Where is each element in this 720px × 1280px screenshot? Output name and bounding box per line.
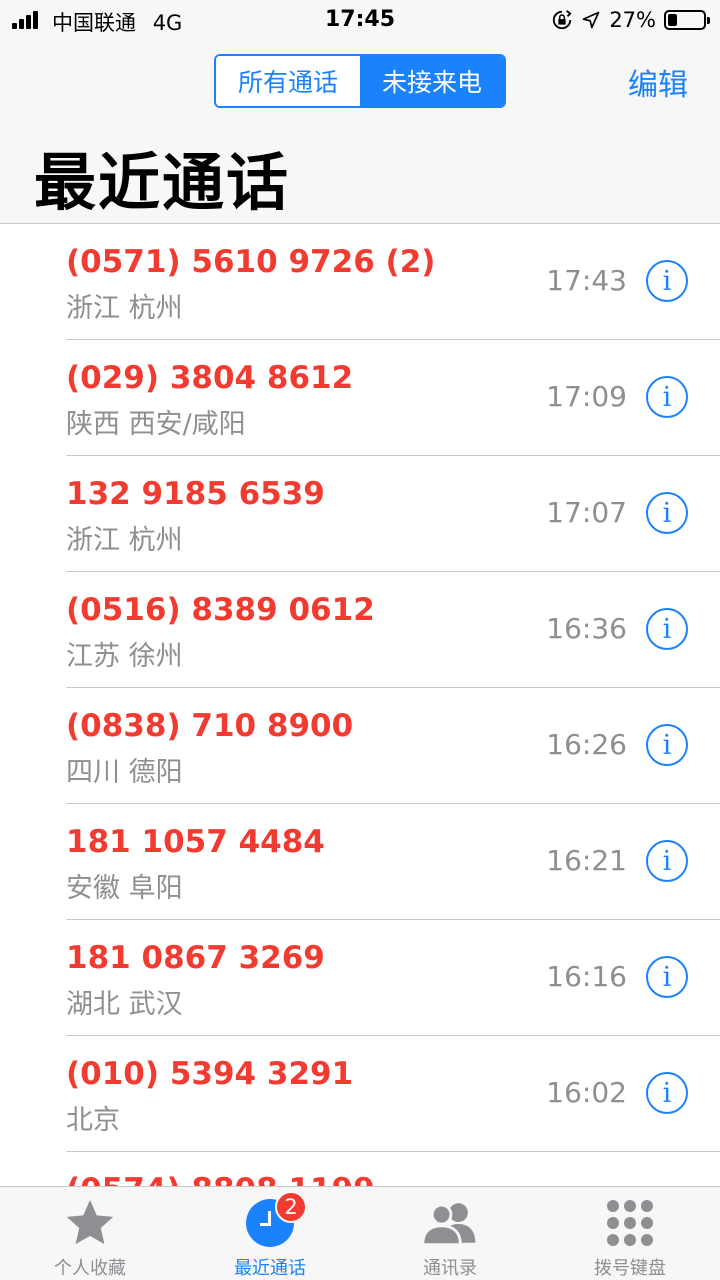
missed-calls-badge: 2 [275, 1191, 307, 1223]
info-icon[interactable]: i [646, 840, 688, 882]
rotation-lock-icon [553, 10, 572, 30]
call-number: (0838) 710 8900 [66, 708, 354, 744]
info-icon[interactable]: i [646, 376, 688, 418]
call-time: 16:36 [546, 612, 627, 645]
call-location: 江苏 徐州 [66, 641, 183, 672]
info-icon[interactable]: i [646, 260, 688, 302]
tab-bar: 个人收藏 2 最近通话 通讯录 拨号键盘 [0, 1186, 720, 1280]
page-title: 最近通话 [34, 146, 291, 219]
call-row[interactable]: (0574) 8808 1199i [0, 1152, 720, 1186]
call-number: (0516) 8389 0612 [66, 592, 375, 628]
call-row[interactable]: (0571) 5610 9726 (2) 浙江 杭州 17:43 i [0, 224, 720, 340]
call-location: 浙江 杭州 [66, 293, 183, 324]
call-row[interactable]: (029) 3804 8612 陕西 西安/咸阳 17:09 i [0, 340, 720, 456]
segment-missed-calls[interactable]: 未接来电 [360, 56, 504, 106]
tab-contacts[interactable]: 通讯录 [360, 1187, 540, 1280]
call-number: 181 1057 4484 [66, 824, 325, 860]
battery-percent: 27% [609, 8, 656, 32]
recent-calls-list: (0571) 5610 9726 (2) 浙江 杭州 17:43 i (029) 380… [0, 224, 720, 1186]
segment-all-calls[interactable]: 所有通话 [216, 56, 360, 106]
edit-button[interactable]: 编辑 [628, 60, 688, 104]
call-number: (010) 5394 3291 [66, 1056, 354, 1092]
call-row[interactable]: (0838) 710 8900 四川 德阳 16:26 i [0, 688, 720, 804]
call-location: 浙江 杭州 [66, 525, 183, 556]
call-time: 16:26 [546, 728, 627, 761]
call-time: 17:07 [546, 496, 627, 529]
status-bar: 中国联通 4G 17:45 27% [0, 0, 720, 40]
recents-icon-wrap: 2 [239, 1191, 307, 1250]
info-icon[interactable]: i [646, 608, 688, 650]
call-location: 陕西 西安/咸阳 [66, 409, 246, 440]
call-row[interactable]: (010) 5394 3291 北京 16:02 i [0, 1036, 720, 1152]
contacts-icon [419, 1195, 481, 1250]
battery-icon [664, 10, 710, 30]
info-icon[interactable]: i [646, 956, 688, 998]
nav-header: 所有通话 未接来电 编辑 最近通话 [0, 40, 720, 224]
call-time: 17:43 [546, 264, 627, 297]
call-number: (0574) 8808 1199 [66, 1172, 375, 1186]
call-row[interactable]: (0516) 8389 0612 江苏 徐州 16:36 i [0, 572, 720, 688]
star-icon [59, 1195, 121, 1250]
call-number: 132 9185 6539 [66, 476, 325, 512]
call-time: 17:09 [546, 380, 627, 413]
tab-label: 通讯录 [423, 1258, 477, 1279]
info-icon[interactable]: i [646, 492, 688, 534]
call-time: 16:02 [546, 1076, 627, 1109]
call-row[interactable]: 181 0867 3269 湖北 武汉 16:16 i [0, 920, 720, 1036]
call-number: 181 0867 3269 [66, 940, 325, 976]
tab-favorites[interactable]: 个人收藏 [0, 1187, 180, 1280]
call-location: 安徽 阜阳 [66, 873, 183, 904]
location-icon [582, 11, 600, 29]
keypad-icon [599, 1195, 661, 1250]
call-number: (029) 3804 8612 [66, 360, 354, 396]
call-time: 16:21 [546, 844, 627, 877]
info-icon[interactable]: i [646, 724, 688, 766]
info-icon[interactable]: i [646, 1072, 688, 1114]
call-row[interactable]: 181 1057 4484 安徽 阜阳 16:21 i [0, 804, 720, 920]
call-location: 北京 [66, 1105, 120, 1136]
status-right: 27% [551, 8, 710, 32]
tab-recents[interactable]: 2 最近通话 [180, 1187, 360, 1280]
tab-label: 个人收藏 [54, 1258, 126, 1279]
call-filter-segmented-control: 所有通话 未接来电 [214, 54, 506, 108]
call-location: 四川 德阳 [66, 757, 183, 788]
call-time: 16:16 [546, 960, 627, 993]
tab-label: 最近通话 [234, 1258, 306, 1279]
call-number: (0571) 5610 9726 (2) [66, 244, 436, 280]
call-location: 湖北 武汉 [66, 989, 183, 1020]
call-row[interactable]: 132 9185 6539 浙江 杭州 17:07 i [0, 456, 720, 572]
tab-keypad[interactable]: 拨号键盘 [540, 1187, 720, 1280]
tab-label: 拨号键盘 [594, 1258, 666, 1279]
